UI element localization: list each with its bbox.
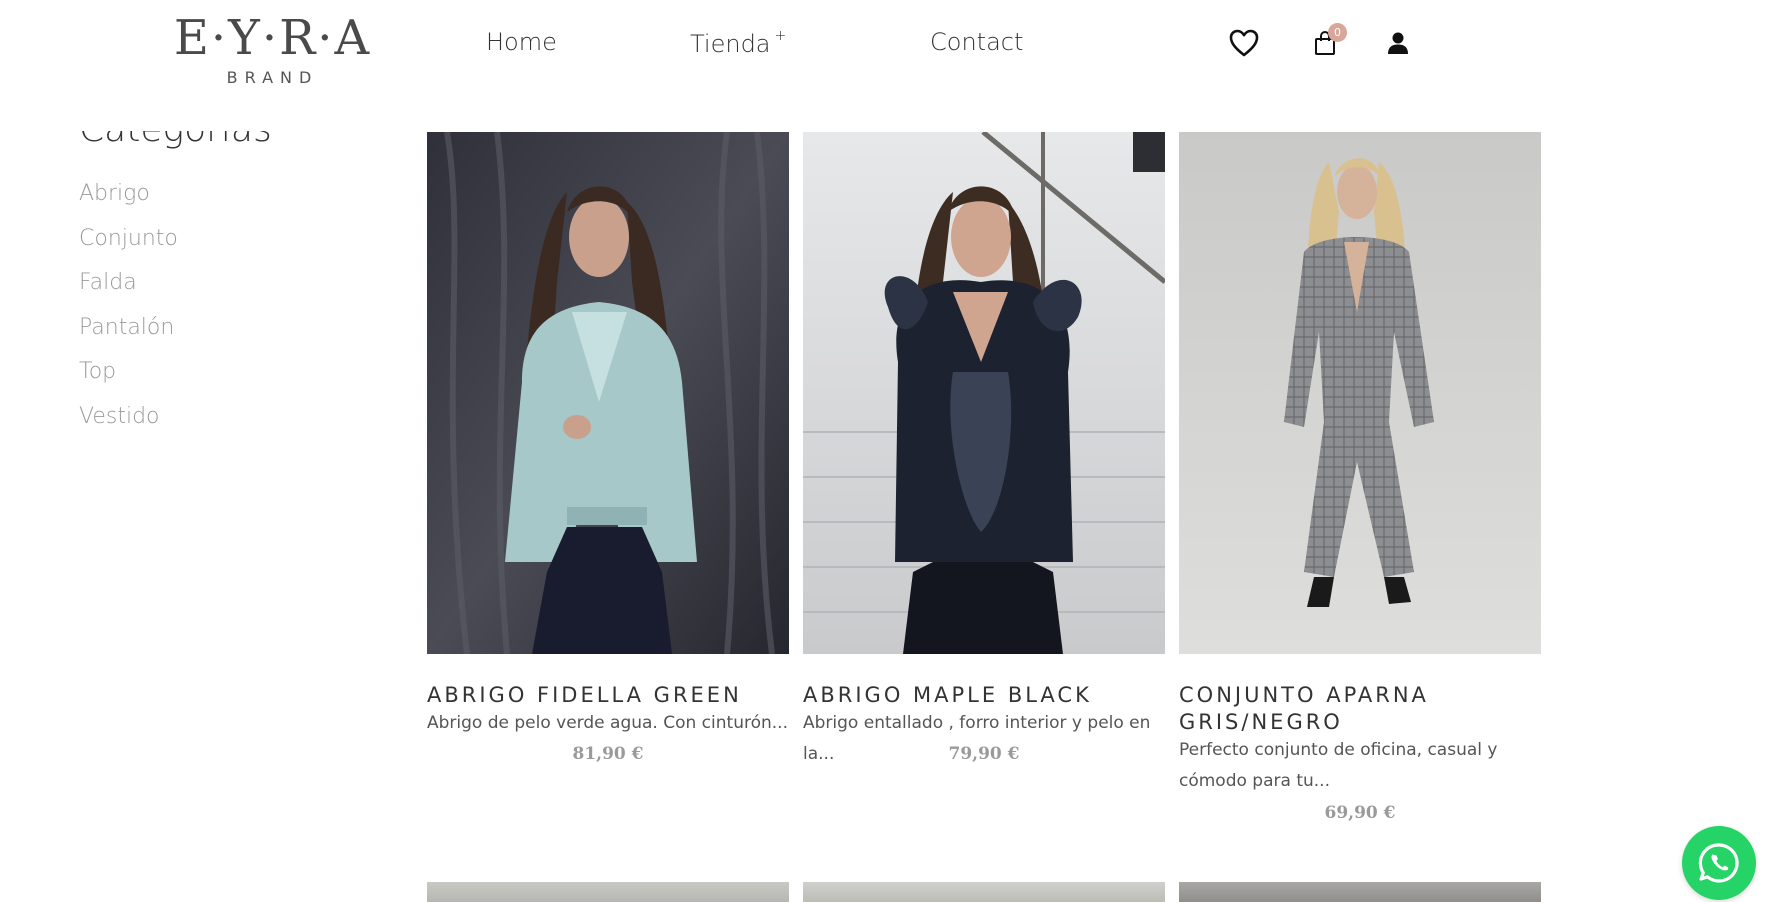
account-button[interactable]: [1381, 26, 1415, 60]
logo-wordmark: E·Y·R·A: [173, 10, 372, 66]
nav-tienda-expand: +: [774, 28, 787, 44]
heart-icon: [1229, 29, 1259, 57]
whatsapp-chat-button[interactable]: [1682, 826, 1756, 900]
logo-subtitle: BRAND: [226, 68, 319, 87]
category-item-falda[interactable]: Falda: [79, 261, 379, 306]
product-image-next[interactable]: [1179, 882, 1541, 902]
category-item-vestido[interactable]: Vestido: [79, 395, 379, 440]
product-image[interactable]: [1179, 132, 1541, 654]
brand-logo[interactable]: E·Y·R·A BRAND: [165, 10, 380, 90]
product-price: 79,90 €: [948, 744, 1020, 764]
product-price: 81,90 €: [572, 744, 644, 764]
site-header: E·Y·R·A BRAND Home Tienda + Contact 0: [0, 0, 1774, 131]
product-price: 69,90 €: [1324, 803, 1396, 823]
product-name[interactable]: CONJUNTO APARNA GRIS/NEGRO: [1179, 682, 1541, 736]
product-image[interactable]: [427, 132, 789, 654]
nav-contact[interactable]: Contact: [930, 28, 1023, 56]
product-image[interactable]: [803, 132, 1165, 654]
product-description: Abrigo de pelo verde agua. Con cinturón.…: [427, 713, 788, 733]
cart-button[interactable]: 0: [1308, 23, 1347, 60]
category-item-top[interactable]: Top: [79, 350, 379, 395]
category-item-conjunto[interactable]: Conjunto: [79, 217, 379, 262]
category-item-pantalon[interactable]: Pantalón: [79, 306, 379, 351]
category-list: Abrigo Conjunto Falda Pantalón Top Vesti…: [79, 172, 379, 440]
product-description: Perfecto conjunto de oficina, casual y c…: [1179, 740, 1498, 791]
user-icon: [1388, 32, 1408, 54]
product-name[interactable]: ABRIGO MAPLE BLACK: [803, 682, 1165, 709]
nav-tienda-label: Tienda: [690, 30, 771, 58]
nav-tienda[interactable]: Tienda +: [690, 28, 786, 58]
category-sidebar: Categorías Abrigo Conjunto Falda Pantaló…: [79, 100, 379, 440]
wishlist-button[interactable]: [1227, 26, 1261, 60]
cart-count-badge: 0: [1328, 23, 1347, 42]
product-name[interactable]: ABRIGO FIDELLA GREEN: [427, 682, 789, 709]
whatsapp-icon: [1698, 843, 1739, 883]
product-image-next[interactable]: [427, 882, 789, 902]
product-image-next[interactable]: [803, 882, 1165, 902]
nav-home[interactable]: Home: [486, 28, 557, 56]
category-item-abrigo[interactable]: Abrigo: [79, 172, 379, 217]
